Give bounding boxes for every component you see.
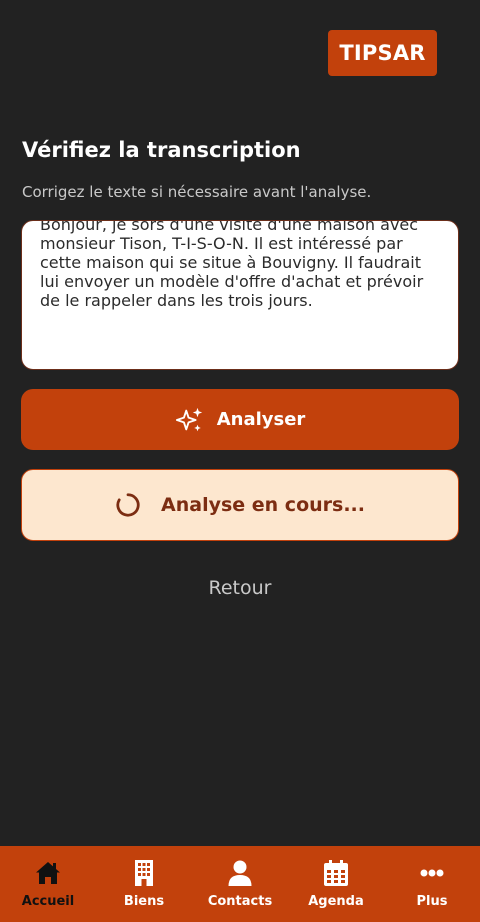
user-icon [228,860,252,886]
analysis-in-progress-button[interactable]: Analyse en cours... [21,469,459,541]
nav-item-plus[interactable]: Plus [384,846,480,922]
transcription-field[interactable]: Bonjour, je sors d'une visite d'une mais… [22,221,458,363]
more-icon [420,869,444,877]
tipsar-logo: TIPSAR [328,30,437,76]
calendar-icon [324,860,348,886]
sparkles-icon [175,407,202,431]
nav-label-biens: Biens [123,894,165,909]
nav-item-biens[interactable]: Biens [96,846,192,922]
nav-label-accueil: Accueil [21,894,75,909]
nav-item-accueil[interactable]: Accueil [0,846,96,922]
analyze-button[interactable]: Analyser [21,389,459,450]
building-icon [135,860,153,886]
transcription-field-container: Bonjour, je sors d'une visite d'une mais… [21,220,459,370]
page-subtitle: Corrigez le texte si nécessaire avant l'… [22,183,372,201]
bottom-nav: Accueil Biens Contacts Agenda Plus [0,846,480,922]
nav-item-agenda[interactable]: Agenda [288,846,384,922]
home-icon [36,862,60,884]
nav-label-agenda: Agenda [308,894,364,909]
back-link[interactable]: Retour [0,577,480,599]
nav-label-plus: Plus [416,894,448,909]
page-title: Vérifiez la transcription [22,138,301,162]
nav-label-contacts: Contacts [207,894,273,909]
nav-item-contacts[interactable]: Contacts [192,846,288,922]
spinner-icon [116,493,140,517]
analysis-in-progress-label: Analyse en cours... [161,494,365,516]
screen: TIPSAR Vérifiez la transcription Corrige… [0,0,480,922]
analyze-button-label: Analyser [216,409,306,430]
